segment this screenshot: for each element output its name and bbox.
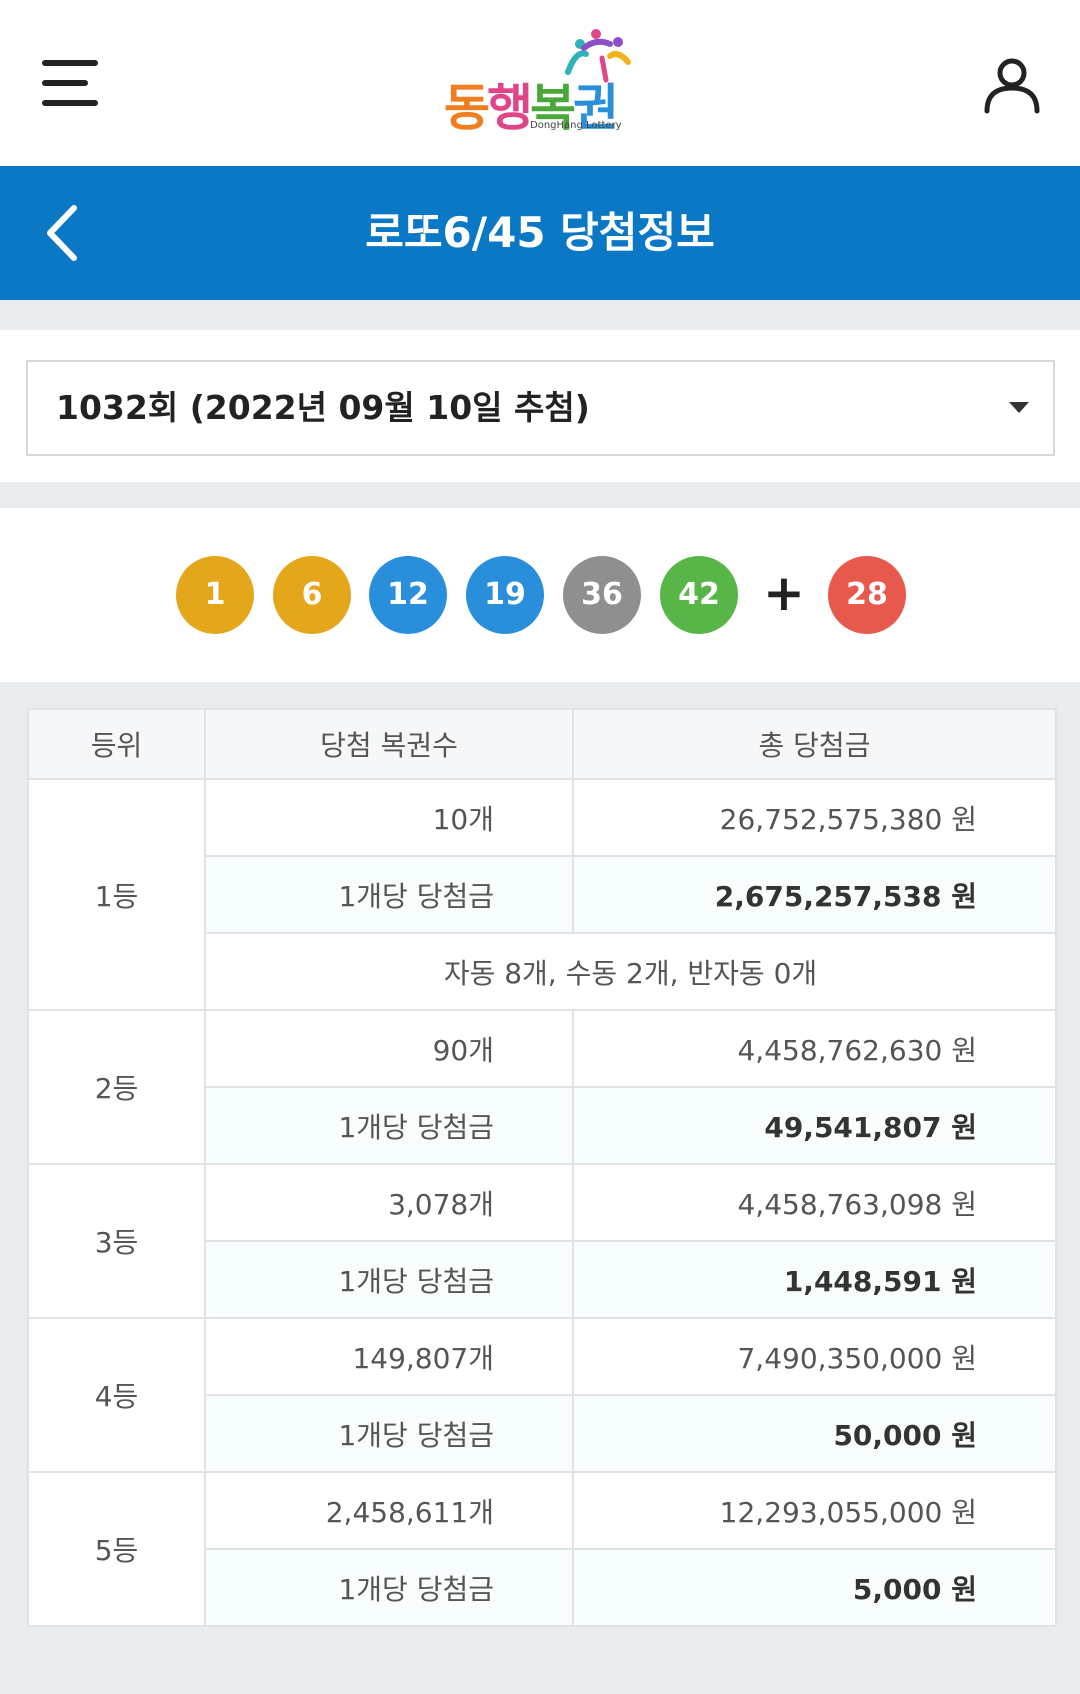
per-game-prize: 5,000 원 <box>572 1548 1057 1627</box>
title-bar: 로또6/45 당첨정보 <box>0 166 1080 300</box>
winner-count: 3,078개 <box>204 1163 574 1242</box>
hamburger-menu-icon[interactable] <box>42 60 98 106</box>
number-ball-6: 42 <box>660 556 738 634</box>
total-prize: 26,752,575,380 원 <box>572 778 1057 857</box>
winner-count: 149,807개 <box>204 1317 574 1396</box>
number-ball-5: 36 <box>563 556 641 634</box>
total-prize: 4,458,763,098 원 <box>572 1163 1057 1242</box>
rank-cell: 1등 <box>27 778 206 1011</box>
number-ball-2: 6 <box>273 556 351 634</box>
per-game-prize: 50,000 원 <box>572 1394 1057 1473</box>
total-prize: 7,490,350,000 원 <box>572 1317 1057 1396</box>
winner-count: 90개 <box>204 1009 574 1088</box>
header-count: 당첨 복권수 <box>204 708 574 780</box>
round-select-dropdown[interactable]: 1032회 (2022년 09월 10일 추첨) <box>26 360 1055 456</box>
prize-table: 등위 당첨 복권수 총 당첨금 1등 10개 26,752,575,380 원 … <box>27 708 1057 1627</box>
winning-numbers: 1 6 12 19 36 42 + 28 <box>0 508 1080 682</box>
bonus-ball: 28 <box>828 556 906 634</box>
winner-count: 10개 <box>204 778 574 857</box>
per-game-prize: 1,448,591 원 <box>572 1240 1057 1319</box>
per-game-label: 1개당 당첨금 <box>204 1086 574 1165</box>
rank-cell: 4등 <box>27 1317 206 1473</box>
page-title: 로또6/45 당첨정보 <box>365 208 715 257</box>
plus-sign: + <box>763 564 805 622</box>
per-game-label: 1개당 당첨금 <box>204 1394 574 1473</box>
number-ball-1: 1 <box>176 556 254 634</box>
caret-down-icon <box>1009 402 1029 413</box>
rank-cell: 2등 <box>27 1009 206 1165</box>
per-game-prize: 2,675,257,538 원 <box>572 855 1057 934</box>
round-select-section: 1032회 (2022년 09월 10일 추첨) <box>0 330 1080 482</box>
rank-cell: 5등 <box>27 1471 206 1627</box>
per-game-label: 1개당 당첨금 <box>204 1548 574 1627</box>
logo-char-1: 동 <box>444 79 490 137</box>
winner-count: 2,458,611개 <box>204 1471 574 1550</box>
number-ball-4: 19 <box>466 556 544 634</box>
per-game-prize: 49,541,807 원 <box>572 1086 1057 1165</box>
table-row: 4등 149,807개 7,490,350,000 원 <box>27 1317 1057 1473</box>
number-ball-3: 12 <box>369 556 447 634</box>
user-profile-icon[interactable] <box>982 56 1042 116</box>
header-rank: 등위 <box>27 708 206 780</box>
total-prize: 12,293,055,000 원 <box>572 1471 1057 1550</box>
header-total: 총 당첨금 <box>572 708 1057 780</box>
rank-cell: 3등 <box>27 1163 206 1319</box>
per-game-label: 1개당 당첨금 <box>204 855 574 934</box>
total-prize: 4,458,762,630 원 <box>572 1009 1057 1088</box>
logo-char-2: 행 <box>487 79 533 137</box>
table-header-row: 등위 당첨 복권수 총 당첨금 <box>27 708 1057 780</box>
table-row: 2등 90개 4,458,762,630 원 <box>27 1009 1057 1165</box>
table-row: 1등 10개 26,752,575,380 원 <box>27 778 1057 1011</box>
selection-type-note: 자동 8개, 수동 2개, 반자동 0개 <box>204 932 1057 1011</box>
per-game-label: 1개당 당첨금 <box>204 1240 574 1319</box>
app-header: 동행복권 DongHang Lottery <box>0 0 1080 166</box>
table-row: 3등 3,078개 4,458,763,098 원 <box>27 1163 1057 1319</box>
table-row: 5등 2,458,611개 12,293,055,000 원 <box>27 1471 1057 1627</box>
logo-subtitle: DongHang Lottery <box>530 120 622 131</box>
donghang-lottery-logo[interactable]: 동행복권 DongHang Lottery <box>440 28 640 138</box>
round-select-value: 1032회 (2022년 09월 10일 추첨) <box>56 388 590 427</box>
